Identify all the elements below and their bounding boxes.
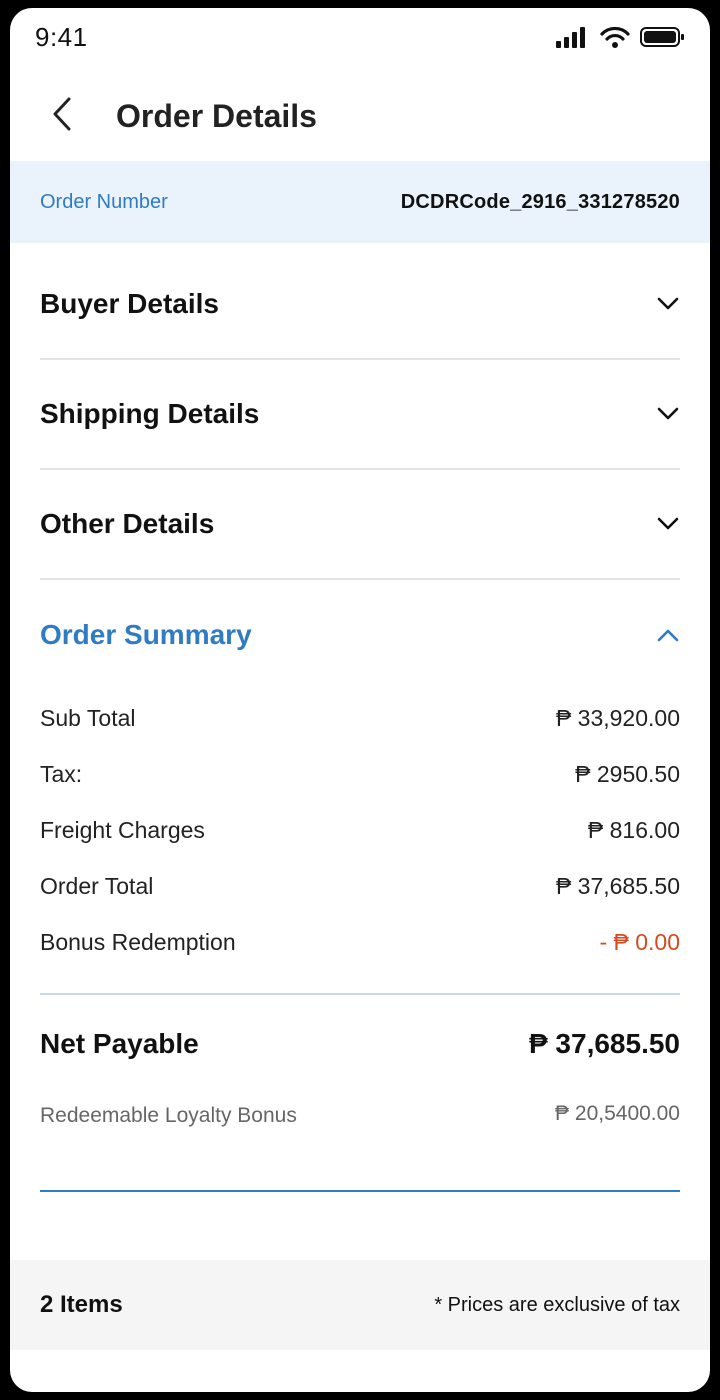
chevron-down-icon — [656, 402, 680, 426]
summary-value: ₱ 33,920.00 — [555, 704, 680, 731]
summary-row-freight: Freight Charges ₱ 816.00 — [40, 810, 680, 850]
app-header: Order Details — [10, 68, 710, 160]
section-buyer-details[interactable]: Buyer Details — [40, 250, 680, 360]
loyalty-bonus-label: Redeemable Loyalty Bonus — [40, 1104, 297, 1127]
summary-row-tax: Tax: ₱ 2950.50 — [40, 754, 680, 794]
section-title: Shipping Details — [40, 398, 260, 429]
status-bar: 9:41 — [10, 8, 710, 68]
summary-label: Freight Charges — [40, 816, 205, 843]
loyalty-bonus-value: ₱ 20,5400.00 — [555, 1102, 680, 1125]
footer-bar: 2 Items * Prices are exclusive of tax — [10, 1260, 710, 1350]
summary-value: - ₱ 0.00 — [599, 928, 680, 955]
section-shipping-details[interactable]: Shipping Details — [40, 360, 680, 470]
summary-row-order-total: Order Total ₱ 37,685.50 — [40, 866, 680, 906]
net-payable-value: ₱ 37,685.50 — [528, 1028, 680, 1059]
section-title: Buyer Details — [40, 288, 219, 319]
tax-note: * Prices are exclusive of tax — [434, 1293, 680, 1316]
summary-row-sub-total: Sub Total ₱ 33,920.00 — [40, 698, 680, 738]
status-time: 9:41 — [35, 22, 88, 52]
summary-label: Order Total — [40, 872, 154, 899]
net-payable-label: Net Payable — [40, 1028, 199, 1059]
signal-icon — [556, 27, 585, 48]
back-button[interactable] — [40, 86, 84, 142]
section-other-details[interactable]: Other Details — [40, 470, 680, 580]
order-number-band: Order Number DCDRCode_2916_331278520 — [10, 161, 710, 243]
page-title: Order Details — [116, 98, 317, 134]
summary-value: ₱ 816.00 — [587, 816, 680, 843]
order-number-label: Order Number — [40, 190, 168, 213]
summary-bottom-divider — [40, 1190, 680, 1192]
phone-screen: 9:41 Order Details Order Number DCDRCode… — [10, 8, 710, 1392]
summary-row-bonus-redemption: Bonus Redemption - ₱ 0.00 — [40, 922, 680, 962]
summary-label: Tax: — [40, 760, 83, 787]
status-icons — [556, 26, 686, 48]
section-order-summary[interactable]: Order Summary — [40, 580, 680, 690]
items-count: 2 Items — [40, 1291, 123, 1318]
summary-value: ₱ 2950.50 — [575, 760, 680, 787]
section-title: Other Details — [40, 508, 215, 539]
loyalty-bonus-row: Redeemable Loyalty Bonus ₱ 20,5400.00 — [40, 1102, 680, 1130]
chevron-up-icon — [656, 623, 680, 647]
wifi-icon — [600, 26, 630, 48]
chevron-down-icon — [656, 292, 680, 316]
chevron-down-icon — [656, 512, 680, 536]
summary-label: Bonus Redemption — [40, 928, 236, 955]
order-number-value: DCDRCode_2916_331278520 — [400, 190, 680, 213]
net-payable-row: Net Payable ₱ 37,685.50 — [40, 1028, 680, 1060]
summary-divider — [40, 993, 680, 995]
section-title: Order Summary — [40, 619, 252, 650]
back-arrow-icon — [53, 97, 71, 131]
battery-icon — [640, 27, 684, 47]
summary-label: Sub Total — [40, 704, 136, 731]
summary-value: ₱ 37,685.50 — [555, 872, 680, 899]
